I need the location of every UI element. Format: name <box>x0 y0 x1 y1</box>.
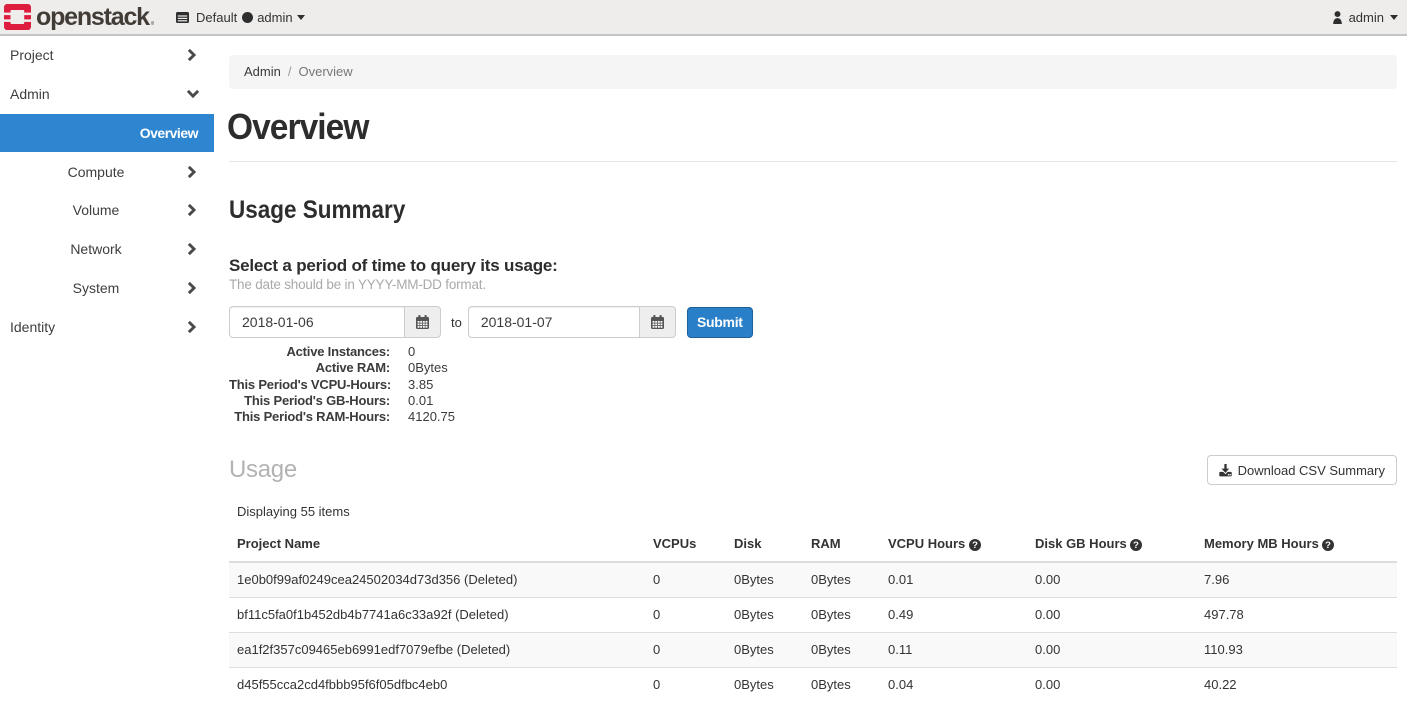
svg-text:?: ? <box>1133 540 1139 551</box>
svg-text:?: ? <box>972 540 978 551</box>
svg-text:?: ? <box>1326 540 1332 551</box>
